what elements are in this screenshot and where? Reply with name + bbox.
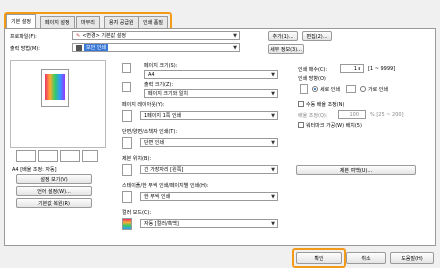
edit-profile-button[interactable]: 편집(2)... [302, 31, 332, 41]
portrait-radio[interactable] [312, 86, 318, 92]
scale-range: % [25 ~ 200] [370, 112, 404, 118]
layout-icon [122, 110, 132, 122]
landscape-radio[interactable] [360, 86, 366, 92]
staple-label: 스테이플/한 부씩 인쇄/페이지별 인쇄(H): [122, 183, 209, 189]
cancel-button[interactable]: 취소 [346, 252, 386, 264]
duplex-icon[interactable] [38, 150, 58, 162]
staple-select[interactable]: 한 부씩 인쇄 ▼ [140, 192, 278, 201]
language-settings-button[interactable]: 언어 설정(W)... [16, 186, 92, 196]
color-value: 자동 [컬러/흑백] [144, 221, 179, 227]
binding-label: 제본 위치(B): [122, 156, 152, 162]
preview-caption: A4 [배율 조정: 자동] [12, 167, 57, 173]
restore-defaults-button[interactable]: 기본값 복원(R) [16, 198, 92, 208]
copies-value: 1 [353, 65, 357, 72]
manual-scale-checkbox[interactable] [298, 101, 304, 107]
preview-icons-row [16, 150, 100, 162]
details-button[interactable]: 세부 정보(3)... [268, 44, 304, 54]
collate-mode-icon [122, 191, 132, 203]
chevron-down-icon: ▼ [271, 221, 275, 227]
output-size-select[interactable]: 페이지 크기와 일치 ▼ [144, 89, 278, 98]
chevron-down-icon: ▼ [271, 72, 275, 78]
chevron-down-icon: ▼ [271, 167, 275, 173]
profile-select[interactable]: ✎ <변경> 기본값 설정 ▼ [72, 31, 240, 40]
orientation-icon [300, 84, 308, 94]
spinner-icon[interactable]: ⬍ [358, 66, 361, 71]
copies-input[interactable]: 1 ⬍ [340, 64, 364, 73]
output-size-label: 출력 크기(Z): [144, 82, 174, 88]
chevron-down-icon: ▼ [271, 91, 275, 97]
collate-icon[interactable] [16, 150, 36, 162]
duplex-select[interactable]: 단면 인쇄 ▼ [140, 138, 278, 147]
landscape-label: 가로 인쇄 [368, 87, 388, 93]
page-size-select[interactable]: A4 ▼ [144, 70, 278, 79]
layout-select[interactable]: 1페이지 1쪽 인쇄 ▼ [140, 111, 278, 120]
page-size-label: 페이지 크기(S): [144, 63, 178, 69]
profile-value: <변경> 기본값 설정 [82, 33, 126, 39]
output-size-value: 페이지 크기와 일치 [148, 91, 188, 97]
chevron-down-icon: ▼ [233, 33, 237, 39]
layout-value: 1페이지 1쪽 인쇄 [144, 113, 182, 119]
output-select[interactable]: 보안 인쇄 ▼ [72, 43, 240, 52]
duplex-label: 단면/양면/소책자 인쇄(T): [122, 129, 177, 135]
binding-select[interactable]: 긴 가장자리 [왼쪽] ▼ [140, 165, 278, 174]
page-size-value: A4 [148, 71, 155, 78]
landscape-icon [346, 85, 356, 93]
duplex-mode-icon [122, 137, 132, 149]
page-preview-image [45, 74, 65, 100]
watermark-label: 워터마크 가공(W) 배치(5) [306, 123, 362, 129]
page-size-icon [122, 63, 131, 73]
color-select[interactable]: 자동 [컬러/흑백] ▼ [140, 219, 278, 228]
copies-label: 인쇄 매수(C): [298, 67, 328, 73]
scale-input[interactable]: 100 [338, 110, 366, 119]
copies-range: [1 ~ 9999] [368, 66, 396, 72]
profile-label: 프로파일(F): [10, 34, 37, 40]
scale-label: 배율 조정(Q): [298, 113, 328, 119]
scale-value: 100 [349, 111, 359, 118]
output-value: 보안 인쇄 [84, 44, 108, 51]
binding-width-button[interactable]: 제본 여백(U)... [296, 165, 416, 175]
output-label: 출력 방법(M): [10, 46, 40, 52]
staple-icon[interactable] [60, 150, 80, 162]
orientation-label: 인쇄 방향(O) [298, 76, 326, 82]
manual-scale-label: 수동 배율 조정(N) [306, 102, 345, 108]
page-preview [41, 69, 69, 107]
portrait-label: 세로 인쇄 [320, 87, 340, 93]
lock-icon [76, 44, 82, 51]
view-settings-button[interactable]: 설정 보기(V) [16, 174, 92, 184]
chevron-down-icon: ▼ [271, 140, 275, 146]
binding-value: 긴 가장자리 [왼쪽] [144, 167, 184, 173]
watermark-checkbox[interactable] [298, 122, 304, 128]
chevron-down-icon: ▼ [271, 194, 275, 200]
duplex-value: 단면 인쇄 [144, 140, 164, 146]
add-profile-button[interactable]: 추가(1)... [268, 31, 298, 41]
staple-value: 한 부씩 인쇄 [144, 194, 171, 200]
ok-highlight [292, 248, 346, 268]
pencil-icon: ✎ [76, 32, 81, 39]
chevron-down-icon: ▼ [271, 113, 275, 119]
booklet-icon[interactable] [82, 150, 98, 162]
color-label: 컬러 모드(C): [122, 210, 152, 216]
layout-label: 페이지 레이아웃(Y): [122, 102, 165, 108]
help-button[interactable]: 도움말(H) [390, 252, 434, 264]
preview-box [10, 60, 106, 148]
binding-icon [122, 164, 132, 176]
color-mode-icon [122, 218, 132, 230]
output-size-icon [122, 82, 131, 92]
chevron-down-icon: ▼ [233, 45, 237, 51]
